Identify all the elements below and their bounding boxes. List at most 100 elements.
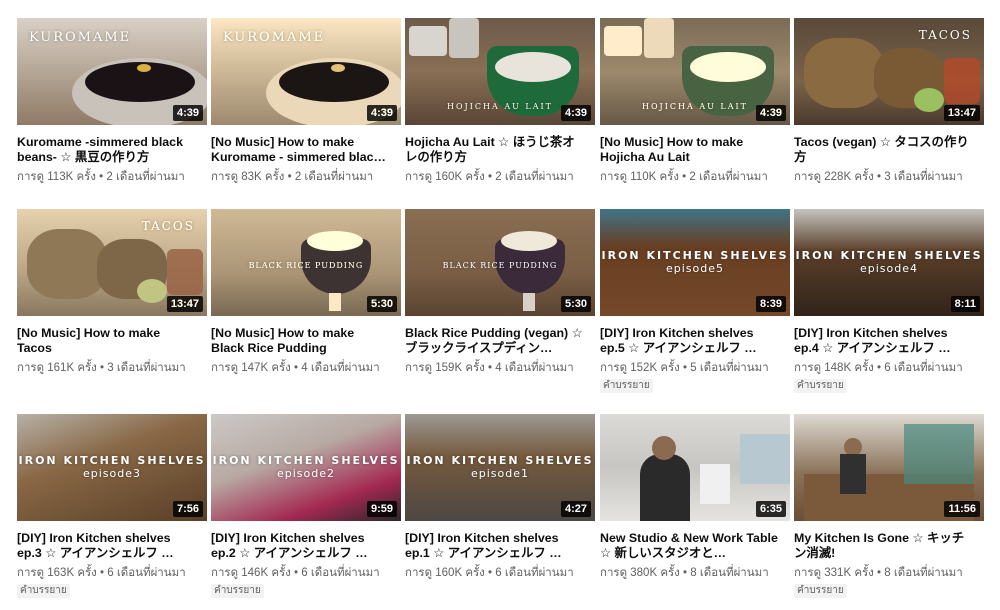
- upload-age: 2 เดือนที่ผ่านมา: [689, 171, 768, 183]
- duration-badge: 13:47: [943, 105, 980, 121]
- video-thumbnail[interactable]: IRON KITCHEN SHELVES episode1 4:27: [405, 414, 595, 521]
- video-title[interactable]: [No Music] How to make Black Rice Puddin…: [211, 326, 389, 356]
- upload-age: 3 เดือนที่ผ่านมา: [884, 171, 963, 183]
- video-title[interactable]: [No Music] How to make Tacos: [17, 326, 195, 356]
- watermark-text: BLACK RICE PUDDING: [248, 261, 364, 270]
- video-thumbnail[interactable]: TACOS 13:47: [794, 18, 984, 125]
- watermark-text: IRON KITCHEN SHELVES: [601, 249, 789, 262]
- meta-separator: •: [96, 362, 108, 374]
- video-thumbnail[interactable]: IRON KITCHEN SHELVES episode2 9:59: [211, 414, 401, 521]
- video-thumbnail[interactable]: KUROMAME 4:39: [17, 18, 207, 125]
- video-thumbnail[interactable]: IRON KITCHEN SHELVES episode5 8:39: [600, 209, 790, 316]
- video-title[interactable]: Hojicha Au Lait ☆ ほうじ茶オレの作り方: [405, 135, 583, 165]
- thumbnail-decoration: [409, 26, 447, 56]
- thumbnail-watermark: IRON KITCHEN SHELVES episode3: [17, 454, 207, 480]
- thumbnail-decoration: [167, 249, 203, 295]
- video-title[interactable]: [DIY] Iron Kitchen shelves ep.2 ☆ アイアンシェ…: [211, 531, 389, 561]
- view-count: การดู 152K ครั้ง: [600, 362, 680, 374]
- meta-separator: •: [484, 171, 496, 183]
- thumbnail-decoration: [804, 38, 884, 108]
- video-title[interactable]: My Kitchen Is Gone ☆ キッチン消滅!: [794, 531, 972, 561]
- upload-age: 2 เดือนที่ผ่านมา: [106, 171, 185, 183]
- duration-badge: 4:39: [755, 105, 786, 121]
- duration-badge: 4:39: [172, 105, 203, 121]
- watermark-text: IRON KITCHEN SHELVES: [406, 454, 594, 467]
- watermark-text: HOJICHA AU LAIT: [447, 102, 553, 111]
- meta-separator: •: [96, 567, 108, 579]
- video-title[interactable]: [No Music] How to make Hojicha Au Lait: [600, 135, 778, 165]
- video-card: IRON KITCHEN SHELVES episode4 8:11 [DIY] Ir…: [794, 209, 988, 393]
- thumbnail-watermark: IRON KITCHEN SHELVES episode5: [600, 249, 790, 275]
- video-meta: การดู 146K ครั้ง • 6 เดือนที่ผ่านมา: [211, 566, 405, 580]
- video-title[interactable]: [DIY] Iron Kitchen shelves ep.1 ☆ アイアンシェ…: [405, 531, 583, 561]
- video-title[interactable]: Black Rice Pudding (vegan) ☆ ブラックライスプディン…: [405, 326, 583, 356]
- duration-badge: 4:27: [560, 501, 591, 517]
- thumbnail-decoration: [495, 52, 571, 82]
- video-meta: การดู 148K ครั้ง • 6 เดือนที่ผ่านมา: [794, 361, 988, 375]
- thumbnail-watermark: BLACK RICE PUDDING: [405, 261, 595, 270]
- upload-age: 8 เดือนที่ผ่านมา: [690, 567, 769, 579]
- video-thumbnail[interactable]: IRON KITCHEN SHELVES episode4 8:11: [794, 209, 984, 316]
- thumbnail-decoration: [644, 18, 674, 58]
- meta-separator: •: [873, 171, 885, 183]
- video-title[interactable]: [DIY] Iron Kitchen shelves ep.5 ☆ アイアンシェ…: [600, 326, 778, 356]
- video-thumbnail[interactable]: IRON KITCHEN SHELVES episode3 7:56: [17, 414, 207, 521]
- watermark-text: BLACK RICE PUDDING: [442, 261, 558, 270]
- video-thumbnail[interactable]: BLACK RICE PUDDING 5:30: [211, 209, 401, 316]
- video-card: KUROMAME 4:39 Kuromame -simmered black bea…: [17, 18, 211, 184]
- video-card: IRON KITCHEN SHELVES episode5 8:39 [DIY] Ir…: [600, 209, 794, 393]
- duration-badge: 9:59: [366, 501, 397, 517]
- video-thumbnail[interactable]: TACOS 13:47: [17, 209, 207, 316]
- subtitles-badge: คำบรรยาย: [794, 379, 847, 393]
- watermark-text: IRON KITCHEN SHELVES: [795, 249, 983, 262]
- video-thumbnail[interactable]: 6:35: [600, 414, 790, 521]
- thumbnail-watermark: TACOS: [142, 219, 195, 233]
- thumbnail-watermark: KUROMAME: [223, 30, 325, 45]
- thumbnail-decoration: [700, 464, 730, 504]
- meta-separator: •: [678, 171, 690, 183]
- thumbnail-decoration: [640, 454, 690, 521]
- view-count: การดู 146K ครั้ง: [211, 567, 291, 579]
- video-title[interactable]: New Studio & New Work Table ☆ 新しいスタジオと…: [600, 531, 778, 561]
- video-card: IRON KITCHEN SHELVES episode1 4:27 [DIY] Ir…: [405, 414, 599, 580]
- upload-age: 6 เดือนที่ผ่านมา: [495, 567, 574, 579]
- watermark-text: IRON KITCHEN SHELVES: [18, 454, 206, 467]
- view-count: การดู 160K ครั้ง: [405, 171, 485, 183]
- view-count: การดู 380K ครั้ง: [600, 567, 680, 579]
- thumbnail-decoration: [914, 88, 944, 112]
- thumbnail-decoration: [840, 454, 866, 494]
- video-thumbnail[interactable]: HOJICHA AU LAIT 4:39: [405, 18, 595, 125]
- subtitles-badge: คำบรรยาย: [600, 379, 653, 393]
- video-title[interactable]: [DIY] Iron Kitchen shelves ep.3 ☆ アイアンシェ…: [17, 531, 195, 561]
- video-card: KUROMAME 4:39 [No Music] How to make Kurom…: [211, 18, 405, 184]
- thumbnail-watermark: IRON KITCHEN SHELVES episode1: [405, 454, 595, 480]
- thumbnail-decoration: [604, 26, 642, 56]
- watermark-text: TACOS: [918, 28, 972, 42]
- video-thumbnail[interactable]: HOJICHA AU LAIT 4:39: [600, 18, 790, 125]
- meta-separator: •: [284, 171, 295, 183]
- video-meta: การดู 152K ครั้ง • 5 เดือนที่ผ่านมา: [600, 361, 794, 375]
- video-title[interactable]: Kuromame -simmered black beans- ☆ 黒豆の作り方: [17, 135, 195, 165]
- view-count: การดู 160K ครั้ง: [405, 567, 485, 579]
- thumbnail-decoration: [331, 64, 345, 72]
- thumbnail-watermark: IRON KITCHEN SHELVES episode2: [211, 454, 401, 480]
- video-title[interactable]: [No Music] How to make Kuromame - simmer…: [211, 135, 389, 165]
- meta-separator: •: [484, 567, 496, 579]
- view-count: การดู 110K ครั้ง: [600, 171, 679, 183]
- duration-badge: 5:30: [560, 296, 591, 312]
- video-card: 6:35 New Studio & New Work Table ☆ 新しいスタジ…: [600, 414, 794, 580]
- thumbnail-watermark: TACOS: [919, 28, 972, 42]
- video-thumbnail[interactable]: BLACK RICE PUDDING 5:30: [405, 209, 595, 316]
- view-count: การดู 113K ครั้ง: [17, 171, 96, 183]
- video-title[interactable]: [DIY] Iron Kitchen shelves ep.4 ☆ アイアンシェ…: [794, 326, 972, 356]
- video-thumbnail[interactable]: KUROMAME 4:39: [211, 18, 401, 125]
- video-meta: การดู 163K ครั้ง • 6 เดือนที่ผ่านมา: [17, 566, 211, 580]
- video-grid: KUROMAME 4:39 Kuromame -simmered black bea…: [0, 0, 1000, 610]
- thumbnail-decoration: [27, 229, 107, 299]
- video-card: HOJICHA AU LAIT 4:39 [No Music] How to mak…: [600, 18, 794, 184]
- view-count: การดู 83K ครั้ง: [211, 171, 285, 183]
- upload-age: 6 เดือนที่ผ่านมา: [107, 567, 186, 579]
- video-title[interactable]: Tacos (vegan) ☆ タコスの作り方: [794, 135, 972, 165]
- video-thumbnail[interactable]: 11:56: [794, 414, 984, 521]
- meta-separator: •: [873, 567, 885, 579]
